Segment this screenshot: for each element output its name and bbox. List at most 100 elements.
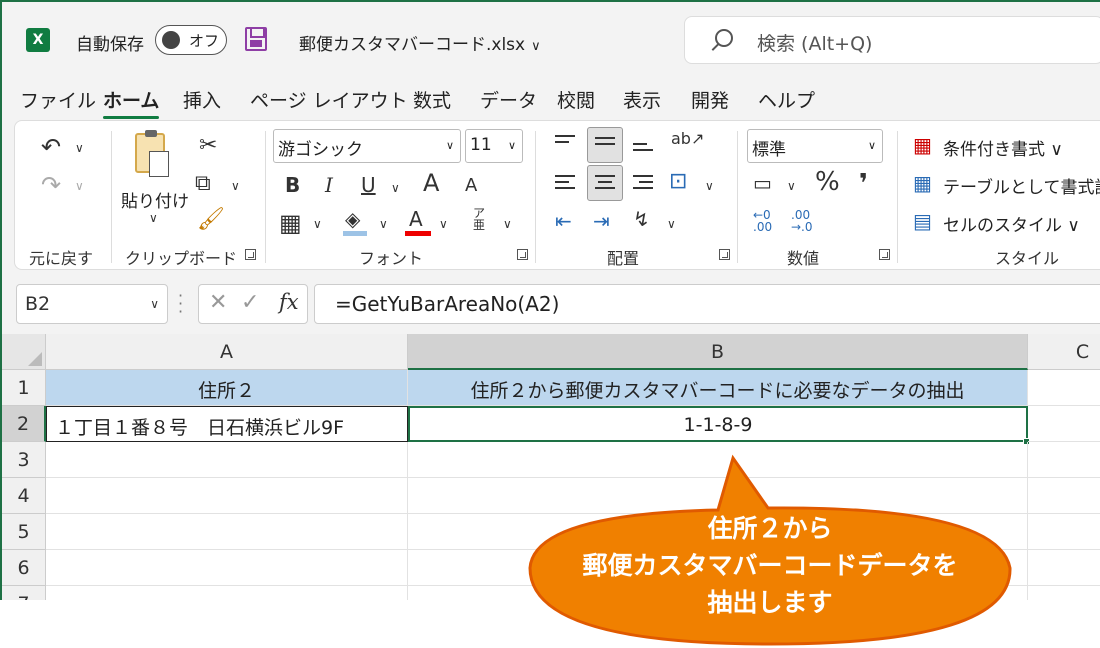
- shrink-font-icon[interactable]: A: [465, 177, 477, 195]
- font-color-icon[interactable]: A: [409, 209, 423, 229]
- file-name[interactable]: 郵便カスタマバーコード.xlsx ∨: [299, 30, 541, 55]
- insert-function-icon[interactable]: fx: [279, 290, 299, 314]
- center-align-icon[interactable]: [595, 175, 615, 191]
- column-header-b[interactable]: B: [408, 334, 1028, 370]
- phonetic-icon[interactable]: ア亜: [473, 207, 485, 231]
- name-box[interactable]: B2 ∨: [16, 284, 168, 324]
- row-header-7[interactable]: 7: [2, 586, 46, 600]
- fill-color-icon[interactable]: ◈: [345, 209, 360, 229]
- cell-c7[interactable]: [1028, 586, 1100, 600]
- copy-icon[interactable]: ⧉: [195, 173, 211, 195]
- dialog-launcher-icon[interactable]: [517, 249, 528, 260]
- chevron-down-icon[interactable]: ∨: [667, 217, 676, 231]
- row-header-1[interactable]: 1: [2, 370, 46, 406]
- bold-icon[interactable]: B: [285, 175, 300, 195]
- currency-icon[interactable]: ▭: [753, 173, 772, 193]
- tab-help[interactable]: ヘルプ: [758, 86, 815, 113]
- decrease-decimal-icon[interactable]: .00 →.0: [791, 209, 813, 233]
- chevron-down-icon[interactable]: ∨: [75, 141, 84, 155]
- tab-view[interactable]: 表示: [623, 86, 661, 113]
- cell-a5[interactable]: [46, 514, 408, 550]
- paste-label[interactable]: 貼り付け: [121, 187, 189, 212]
- top-align-icon[interactable]: [555, 135, 575, 151]
- search-box[interactable]: 検索 (Alt+Q): [684, 16, 1100, 64]
- middle-align-icon[interactable]: [595, 137, 615, 153]
- cell-a6[interactable]: [46, 550, 408, 586]
- paste-icon[interactable]: [135, 130, 169, 177]
- cell-c1[interactable]: [1028, 370, 1100, 406]
- chevron-down-icon[interactable]: ∨: [379, 217, 388, 231]
- cell-a2[interactable]: １丁目１番８号 日石横浜ビル9F: [46, 406, 408, 442]
- chevron-down-icon[interactable]: ∨: [705, 179, 714, 193]
- conditional-format-button[interactable]: 条件付き書式 ∨: [943, 135, 1063, 160]
- redo-icon[interactable]: ↷: [41, 173, 61, 197]
- cell-a1[interactable]: 住所２: [46, 370, 408, 406]
- decrease-indent-icon[interactable]: ⇤: [555, 211, 572, 231]
- column-header-a[interactable]: A: [46, 334, 408, 370]
- conditional-format-icon[interactable]: ▦: [913, 135, 932, 155]
- underline-icon[interactable]: U: [361, 175, 376, 195]
- number-format-select[interactable]: 標準 ∨: [747, 129, 883, 163]
- tab-formulas[interactable]: 数式: [413, 86, 451, 113]
- cut-icon[interactable]: ✂: [199, 135, 217, 157]
- chevron-down-icon[interactable]: ∨: [149, 211, 158, 225]
- chevron-down-icon[interactable]: ∨: [75, 179, 84, 193]
- row-header-2[interactable]: 2: [2, 406, 46, 442]
- column-header-c[interactable]: C: [1028, 334, 1100, 370]
- chevron-down-icon[interactable]: ∨: [231, 179, 240, 193]
- cell-c6[interactable]: [1028, 550, 1100, 586]
- border-icon[interactable]: ▦: [279, 211, 302, 235]
- row-header-4[interactable]: 4: [2, 478, 46, 514]
- row-header-3[interactable]: 3: [2, 442, 46, 478]
- more-icon[interactable]: · · ·: [178, 288, 183, 320]
- cell-c5[interactable]: [1028, 514, 1100, 550]
- formula-input[interactable]: =GetYuBarAreaNo(A2): [314, 284, 1100, 324]
- format-table-icon[interactable]: ▦: [913, 173, 932, 193]
- tab-review[interactable]: 校閲: [557, 86, 595, 113]
- cell-a3[interactable]: [46, 442, 408, 478]
- cell-styles-button[interactable]: セルのスタイル ∨: [943, 211, 1080, 236]
- tab-page-layout[interactable]: ページ レイアウト: [250, 86, 408, 113]
- increase-indent-icon[interactable]: ⇥: [593, 211, 610, 231]
- tab-insert[interactable]: 挿入: [183, 86, 221, 113]
- select-all-button[interactable]: [2, 334, 46, 370]
- dialog-launcher-icon[interactable]: [879, 249, 890, 260]
- cell-c4[interactable]: [1028, 478, 1100, 514]
- dialog-launcher-icon[interactable]: [245, 249, 256, 260]
- cell-b2[interactable]: 1-1-8-9: [408, 406, 1028, 442]
- percent-icon[interactable]: %: [815, 169, 840, 195]
- format-as-table-button[interactable]: テーブルとして書式設定: [943, 173, 1100, 198]
- cell-a4[interactable]: [46, 478, 408, 514]
- cell-c2[interactable]: [1028, 406, 1100, 442]
- format-painter-icon[interactable]: 🖌: [197, 209, 225, 231]
- grow-font-icon[interactable]: A: [423, 171, 439, 195]
- chevron-down-icon[interactable]: ∨: [503, 217, 512, 231]
- cell-c3[interactable]: [1028, 442, 1100, 478]
- cell-b1[interactable]: 住所２から郵便カスタマバーコードに必要なデータの抽出: [408, 370, 1028, 406]
- undo-icon[interactable]: ↶: [41, 135, 61, 159]
- row-header-5[interactable]: 5: [2, 514, 46, 550]
- enter-icon[interactable]: ✓: [241, 290, 259, 315]
- tab-file[interactable]: ファイル: [20, 86, 96, 113]
- italic-icon[interactable]: I: [325, 175, 333, 195]
- left-align-icon[interactable]: [555, 175, 575, 191]
- font-size-select[interactable]: 11 ∨: [465, 129, 523, 163]
- increase-decimal-icon[interactable]: ←0.00: [753, 209, 772, 233]
- autosave-toggle[interactable]: オフ: [155, 25, 227, 55]
- tab-developer[interactable]: 開発: [691, 86, 729, 113]
- chevron-down-icon[interactable]: ∨: [391, 181, 400, 195]
- cancel-icon[interactable]: ✕: [209, 290, 227, 315]
- cell-styles-icon[interactable]: ▤: [913, 211, 932, 231]
- chevron-down-icon[interactable]: ∨: [313, 217, 322, 231]
- font-name-select[interactable]: 游ゴシック ∨: [273, 129, 461, 163]
- right-align-icon[interactable]: [633, 175, 653, 191]
- comma-icon[interactable]: ❜: [859, 171, 868, 197]
- dialog-launcher-icon[interactable]: [719, 249, 730, 260]
- chevron-down-icon[interactable]: ∨: [787, 179, 796, 193]
- wrap-text-icon[interactable]: ↯: [633, 209, 650, 229]
- row-header-6[interactable]: 6: [2, 550, 46, 586]
- merge-center-icon[interactable]: ⊡: [669, 171, 687, 193]
- bottom-align-icon[interactable]: [633, 143, 653, 159]
- save-icon[interactable]: [245, 27, 267, 51]
- tab-home[interactable]: ホーム: [103, 86, 160, 119]
